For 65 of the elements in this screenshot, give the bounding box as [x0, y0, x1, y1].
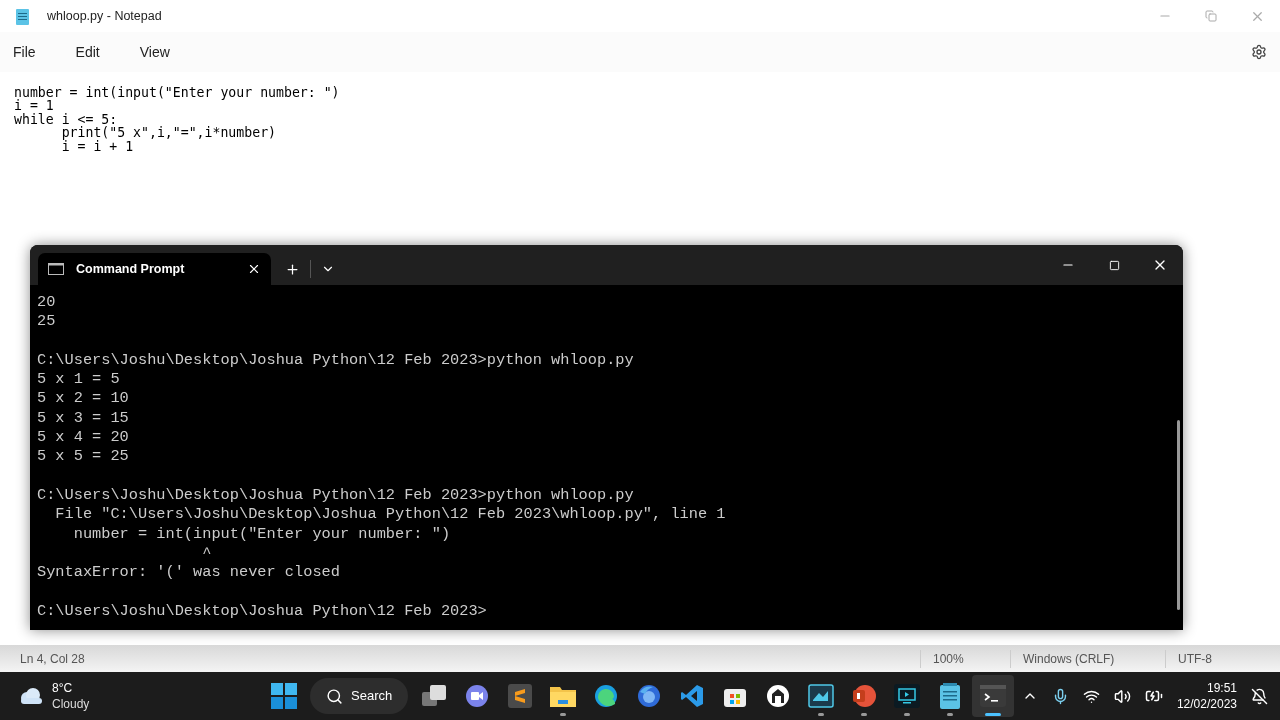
- tab-title: Command Prompt: [76, 260, 185, 278]
- temperature: 8°C: [52, 680, 74, 696]
- terminal-tab[interactable]: Command Prompt: [38, 253, 271, 285]
- console-line: 5 x 5 = 25: [37, 447, 129, 466]
- menu-item[interactable]: View: [138, 41, 171, 63]
- running-indicator: [985, 713, 1002, 716]
- search-icon: [326, 687, 343, 705]
- console-line: File "C:\Users\Joshu\Desktop\Joshua Python\12 Feb 2023\whloop.py", line 1: [54, 505, 726, 524]
- folder-icon: [550, 685, 577, 707]
- house-circle-icon: [766, 684, 791, 708]
- code-line: while i <= 5:: [14, 112, 118, 127]
- console-line: C:\Users\Joshu\Desktop\Joshua Python\12 Feb 2023>python whloop.py: [37, 485, 634, 504]
- cursor-position: Ln 4, Col 28: [20, 650, 85, 668]
- menu-item[interactable]: File: [12, 41, 37, 63]
- terminal-icon: [980, 685, 1007, 707]
- notification-icon: [1251, 687, 1268, 705]
- running-indicator: [560, 713, 567, 716]
- notepad-icon: [939, 683, 962, 709]
- console-line: 25: [37, 312, 56, 331]
- restore-icon: [1205, 10, 1217, 22]
- line-ending: Windows (CRLF): [1010, 649, 1165, 668]
- weather-condition: Cloudy: [52, 696, 90, 712]
- console-line: SyntaxError: '(' was never closed: [37, 563, 340, 582]
- screen-capture-icon: [894, 684, 921, 708]
- running-indicator: [904, 713, 911, 716]
- console-line: 5 x 1 = 5: [37, 370, 120, 389]
- search-button[interactable]: Search: [310, 678, 409, 714]
- settings-button[interactable]: [1251, 44, 1267, 60]
- code-line: i = i + 1: [60, 139, 134, 154]
- console-line: C:\Users\Joshu\Desktop\Joshua Python\12 Feb 2023>python whloop.py: [37, 350, 634, 369]
- recorder-icon: [808, 684, 835, 708]
- code-line: number = int(input("Enter your number: "): [14, 86, 340, 100]
- console-line: ^: [201, 543, 212, 562]
- running-indicator: [861, 713, 868, 716]
- slides-app-icon: [852, 684, 877, 708]
- menu-item[interactable]: Edit: [74, 41, 101, 63]
- encoding: UTF-8: [1165, 649, 1280, 668]
- window-title: whloop.py - Notepad: [47, 7, 162, 25]
- video-chat-icon: [465, 684, 490, 708]
- windows-stack-icon: [422, 685, 447, 707]
- console-line: 5 x 3 = 15: [37, 408, 129, 427]
- running-indicator: [947, 713, 954, 716]
- browser-swirl-icon: [594, 684, 619, 708]
- console-line: 5 x 2 = 10: [37, 389, 129, 408]
- console-line: 20: [37, 293, 56, 311]
- scrollbar[interactable]: [1177, 420, 1180, 610]
- close-tab-icon: [247, 262, 261, 276]
- console-line: number = int(input("Enter your number: "): [72, 524, 451, 543]
- clock-date: 12/02/2023: [1176, 696, 1237, 712]
- console-icon: [48, 263, 64, 275]
- notepad-icon: [16, 7, 29, 25]
- clock-time: 19:51: [1206, 680, 1237, 696]
- code-editor-icon: [680, 684, 705, 708]
- console-line: 5 x 4 = 20: [37, 428, 129, 447]
- volume-icon: [1113, 687, 1131, 705]
- code-line: print("5 x",i,"=",i*number): [60, 126, 276, 140]
- new-tab-icon: [285, 261, 300, 277]
- zoom-level: 100%: [920, 649, 1010, 668]
- console-line: C:\Users\Joshu\Desktop\Joshua Python\12 Feb 2023>: [37, 601, 487, 620]
- running-indicator: [818, 713, 825, 716]
- windows-logo-icon: [271, 683, 297, 709]
- cloud-icon: [18, 687, 44, 705]
- code-line: i = 1: [14, 99, 54, 113]
- taskbar-app-button[interactable]: [972, 675, 1015, 717]
- maximize-icon: [1108, 259, 1120, 271]
